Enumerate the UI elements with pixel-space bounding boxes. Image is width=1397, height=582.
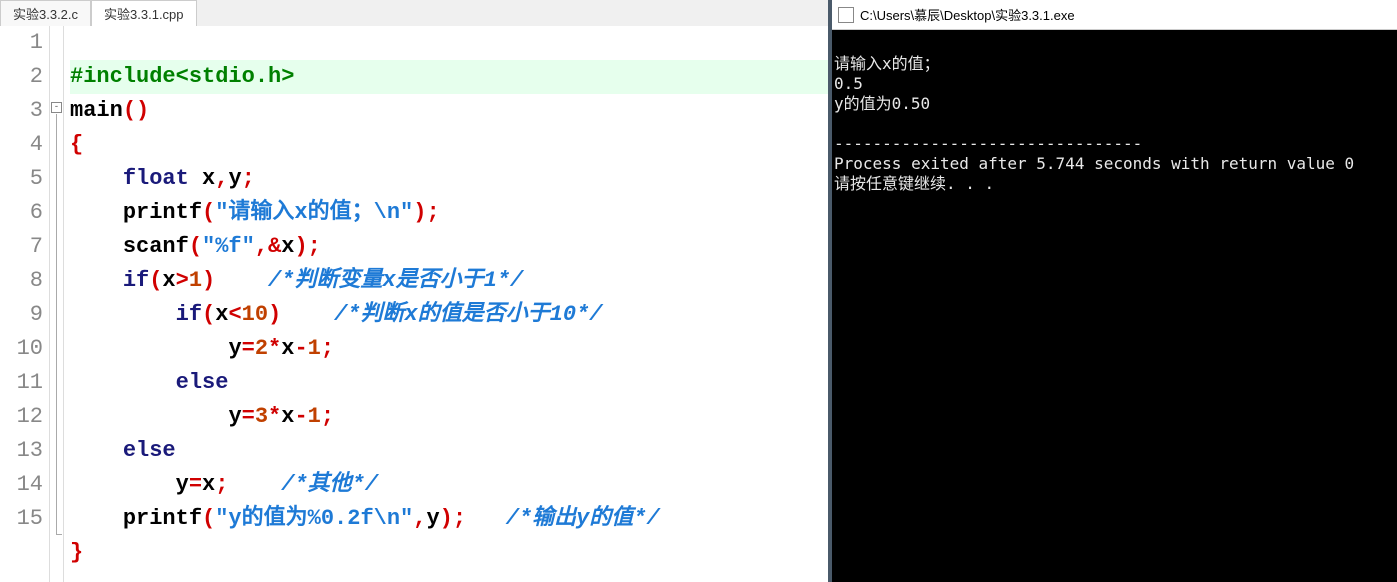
- code-line: }: [70, 540, 83, 565]
- code-line: else: [70, 438, 176, 463]
- console-line: Process exited after 5.744 seconds with …: [834, 154, 1354, 173]
- console-titlebar[interactable]: C:\Users\慕辰\Desktop\实验3.3.1.exe: [832, 0, 1397, 30]
- console-pane: C:\Users\慕辰\Desktop\实验3.3.1.exe 请输入x的值； …: [832, 0, 1397, 582]
- code-line: printf("y的值为%0.2f\n",y); /*输出y的值*/: [70, 506, 660, 531]
- code-line: if(x>1) /*判断变量x是否小于1*/: [70, 268, 523, 293]
- line-number: 5: [0, 162, 43, 196]
- console-line: 0.5: [834, 74, 863, 93]
- code-line: float x,y;: [70, 166, 255, 191]
- line-number: 4: [0, 128, 43, 162]
- console-title: C:\Users\慕辰\Desktop\实验3.3.1.exe: [860, 5, 1075, 24]
- tab-file-2[interactable]: 实验3.3.1.cpp: [91, 0, 197, 26]
- code-line: y=3*x-1;: [70, 404, 334, 429]
- console-line: 请输入x的值；: [834, 54, 940, 73]
- line-number: 9: [0, 298, 43, 332]
- line-number: 11: [0, 366, 43, 400]
- fold-end: [56, 534, 62, 535]
- line-number: 13: [0, 434, 43, 468]
- line-number: 7: [0, 230, 43, 264]
- line-number: 6: [0, 196, 43, 230]
- line-number: 3: [0, 94, 43, 128]
- app-icon: [838, 7, 854, 23]
- line-number: 14: [0, 468, 43, 502]
- code-line: {: [70, 132, 83, 157]
- line-number: 15: [0, 502, 43, 536]
- tab-file-1[interactable]: 实验3.3.2.c: [0, 0, 91, 26]
- editor-pane: 实验3.3.2.c 实验3.3.1.cpp 1 2 3 4 5 6 7 8 9 …: [0, 0, 832, 582]
- code-line: else: [70, 370, 228, 395]
- code-area[interactable]: 1 2 3 4 5 6 7 8 9 10 11 12 13 14 15 - #i…: [0, 26, 828, 582]
- tab-bar: 实验3.3.2.c 实验3.3.1.cpp: [0, 0, 828, 26]
- code-line: y=x; /*其他*/: [70, 472, 378, 497]
- fold-gutter: -: [50, 26, 64, 582]
- code-line: main(): [70, 98, 149, 123]
- code-line: #include<stdio.h>: [70, 60, 828, 94]
- line-number-gutter: 1 2 3 4 5 6 7 8 9 10 11 12 13 14 15: [0, 26, 50, 582]
- code-line: y=2*x-1;: [70, 336, 334, 361]
- fold-line: [56, 114, 57, 534]
- line-number: 8: [0, 264, 43, 298]
- code-line: printf("请输入x的值；\n");: [70, 200, 440, 225]
- console-line: 请按任意键继续. . .: [834, 174, 994, 193]
- fold-toggle-icon[interactable]: -: [51, 102, 62, 113]
- code-content[interactable]: #include<stdio.h> main() { float x,y; pr…: [64, 26, 828, 582]
- console-line: --------------------------------: [834, 134, 1142, 153]
- line-number: 1: [0, 26, 43, 60]
- line-number: 2: [0, 60, 43, 94]
- code-line: if(x<10) /*判断x的值是否小于10*/: [70, 302, 602, 327]
- preprocessor: #include<stdio.h>: [70, 64, 294, 89]
- console-output[interactable]: 请输入x的值； 0.5 y的值为0.50 -------------------…: [832, 30, 1397, 582]
- code-line: scanf("%f",&x);: [70, 234, 321, 259]
- console-line: y的值为0.50: [834, 94, 930, 113]
- line-number: 12: [0, 400, 43, 434]
- line-number: 10: [0, 332, 43, 366]
